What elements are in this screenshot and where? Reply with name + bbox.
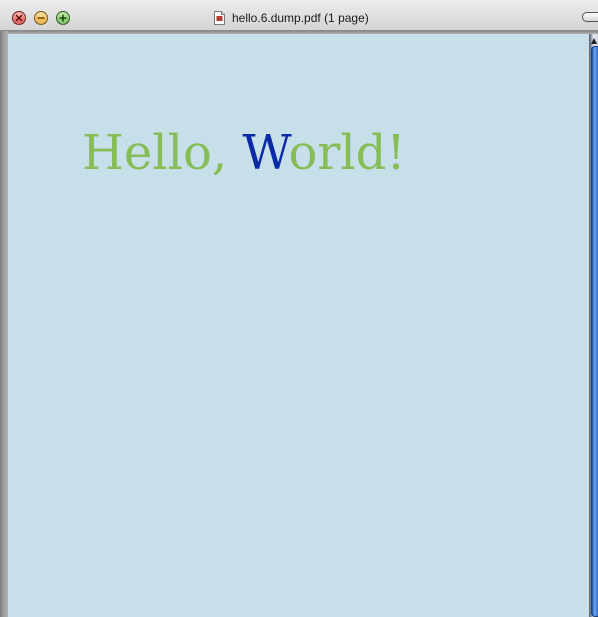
document-view[interactable]: Hello, World! bbox=[0, 31, 598, 617]
pdf-document-icon bbox=[214, 11, 225, 25]
close-icon bbox=[15, 14, 23, 22]
text-w-highlight: W bbox=[242, 125, 289, 181]
title-container: hello.6.dump.pdf (1 page) bbox=[214, 10, 369, 26]
scroll-up-arrow-icon[interactable] bbox=[590, 36, 598, 46]
document-text: Hello, World! bbox=[82, 125, 406, 181]
minimize-icon bbox=[37, 17, 45, 19]
title-bar[interactable]: hello.6.dump.pdf (1 page) bbox=[0, 0, 598, 31]
minimize-button[interactable] bbox=[34, 11, 48, 25]
content-left-border bbox=[0, 31, 8, 617]
zoom-icon bbox=[59, 14, 67, 22]
content-top-border bbox=[0, 31, 598, 34]
text-hello: Hello, bbox=[82, 125, 243, 181]
close-button[interactable] bbox=[12, 11, 26, 25]
preview-window: hello.6.dump.pdf (1 page) Hello, World! bbox=[0, 0, 598, 617]
scrollbar-thumb[interactable] bbox=[591, 46, 598, 617]
zoom-button[interactable] bbox=[56, 11, 70, 25]
window-title: hello.6.dump.pdf (1 page) bbox=[232, 11, 369, 25]
text-orld: orld! bbox=[288, 125, 406, 181]
toolbar-toggle-button[interactable] bbox=[582, 12, 598, 22]
